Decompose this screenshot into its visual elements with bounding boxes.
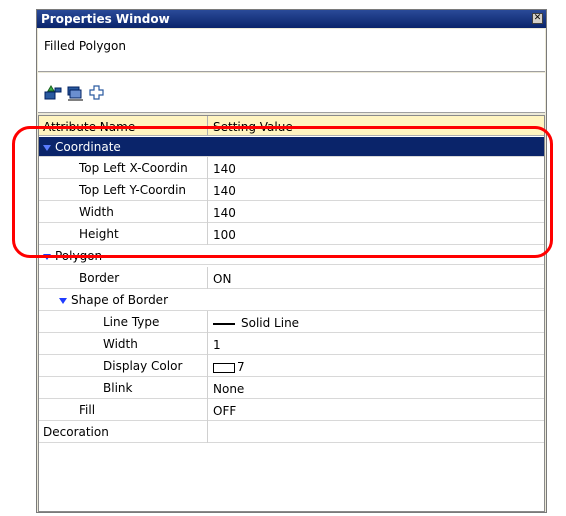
property-name: Width	[79, 205, 114, 219]
property-value[interactable]: 140	[213, 184, 236, 198]
subcategory-label: Shape of Border	[59, 293, 168, 307]
property-name: Fill	[79, 403, 96, 417]
grid-header: Attribute Name Setting Value	[39, 116, 544, 136]
property-row-width[interactable]: Width 1	[39, 333, 544, 355]
property-row-height[interactable]: Height 100	[39, 223, 544, 245]
property-row-blink[interactable]: Blink None	[39, 377, 544, 399]
property-name: Blink	[103, 381, 133, 395]
property-value[interactable]: 100	[213, 228, 236, 242]
close-icon[interactable]: ✕	[532, 13, 543, 24]
property-value[interactable]: None	[213, 382, 244, 396]
property-name: Display Color	[103, 359, 183, 373]
solid-line-icon	[213, 322, 235, 325]
category-polygon[interactable]: Polygon	[39, 245, 544, 265]
property-row-line-type[interactable]: Line Type Solid Line	[39, 311, 544, 333]
header-setting-value: Setting Value	[213, 120, 293, 134]
header-attribute-name: Attribute Name	[43, 120, 136, 134]
property-name: Height	[79, 227, 119, 241]
property-value[interactable]: 140	[213, 206, 236, 220]
window-titlebar: Properties Window ✕	[37, 10, 546, 28]
property-value[interactable]: 1	[213, 338, 221, 352]
collapse-triangle-icon[interactable]	[43, 144, 51, 151]
property-name: Top Left X-Coordin	[79, 161, 188, 175]
property-name: Width	[103, 337, 138, 351]
collapse-triangle-icon[interactable]	[43, 253, 51, 260]
property-name: Decoration	[43, 425, 109, 439]
property-value[interactable]: Solid Line	[213, 316, 299, 330]
collapse-triangle-icon[interactable]	[59, 297, 67, 304]
property-name: Top Left Y-Coordin	[79, 183, 187, 197]
sort-category-icon[interactable]	[44, 85, 62, 101]
property-name: Line Type	[103, 315, 160, 329]
property-value[interactable]: 140	[213, 162, 236, 176]
subcategory-shape-of-border[interactable]: Shape of Border	[39, 289, 544, 311]
properties-window: Properties Window ✕ Filled Polygon Attri…	[36, 9, 547, 513]
property-name: Border	[79, 271, 120, 285]
toolbar	[38, 73, 545, 113]
property-grid: Attribute Name Setting Value Coordinate …	[38, 115, 545, 512]
property-row-top-left-x[interactable]: Top Left X-Coordin 140	[39, 157, 544, 179]
property-row-display-color[interactable]: Display Color 7	[39, 355, 544, 377]
property-value[interactable]: 7	[213, 360, 245, 374]
header-divider[interactable]	[207, 116, 208, 136]
property-row-decoration[interactable]: Decoration	[39, 421, 544, 443]
property-value[interactable]: OFF	[213, 404, 236, 418]
property-row-border[interactable]: Border ON	[39, 267, 544, 289]
property-row-width[interactable]: Width 140	[39, 201, 544, 223]
category-label: Polygon	[43, 249, 102, 263]
window-title: Properties Window	[41, 12, 170, 26]
sort-alpha-icon[interactable]	[66, 85, 84, 101]
expand-icon[interactable]	[88, 85, 106, 101]
property-row-top-left-y[interactable]: Top Left Y-Coordin 140	[39, 179, 544, 201]
category-coordinate[interactable]: Coordinate	[39, 137, 544, 157]
color-swatch-icon	[213, 362, 235, 373]
category-label: Coordinate	[43, 140, 121, 154]
object-name: Filled Polygon	[38, 29, 545, 72]
property-row-fill[interactable]: Fill OFF	[39, 399, 544, 421]
property-value[interactable]: ON	[213, 272, 231, 286]
